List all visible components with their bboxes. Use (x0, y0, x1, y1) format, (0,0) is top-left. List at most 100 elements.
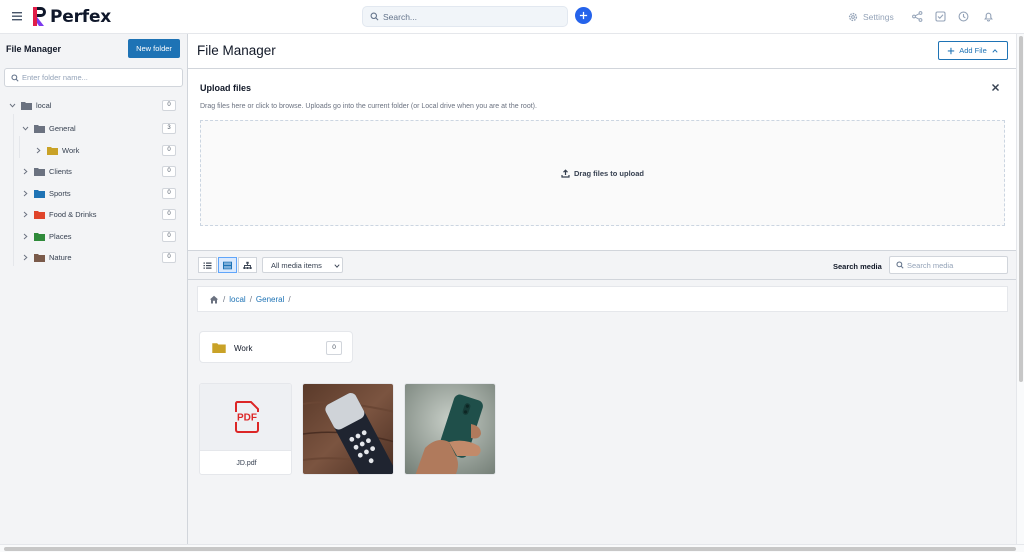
search-icon (896, 261, 904, 269)
chevron-right-icon (36, 147, 41, 153)
tree-item-sports[interactable]: Sports (21, 184, 71, 202)
tree-item-work[interactable]: Work (34, 141, 79, 159)
folder-search[interactable] (4, 68, 183, 87)
folder-count-badge: 0 (162, 188, 176, 199)
upload-icon (561, 168, 570, 178)
new-folder-button[interactable]: New folder (128, 39, 180, 58)
svg-text:PDF: PDF (237, 413, 257, 424)
breadcrumb-local[interactable]: local (229, 295, 245, 304)
breadcrumb-separator: / (249, 294, 252, 304)
list-view-button[interactable] (198, 257, 217, 273)
folder-icon (212, 343, 226, 353)
folder-icon (34, 253, 45, 262)
tree-item-label: Food & Drinks (49, 209, 97, 219)
tree-item-label: Work (62, 145, 80, 155)
tree-view-button[interactable] (238, 257, 257, 273)
folder-search-input[interactable] (22, 69, 180, 86)
top-bar: Perfex Settings (0, 0, 1024, 34)
sitemap-icon (243, 261, 252, 269)
folder-tile-work[interactable]: Work 0 (199, 331, 353, 363)
image-tile-phone[interactable] (404, 383, 496, 475)
tree-item-label: General (49, 123, 76, 133)
scrollbar-thumb[interactable] (1019, 36, 1023, 382)
add-file-button[interactable]: Add File (938, 41, 1008, 60)
upload-dropzone[interactable]: Drag files to upload (200, 120, 1005, 226)
gear-icon (848, 12, 858, 22)
tree-item-label: local (36, 100, 52, 110)
quick-create-button[interactable] (575, 7, 592, 24)
folder-icon (21, 101, 32, 110)
folder-count-badge: 0 (162, 166, 176, 177)
image-remote-control (303, 384, 393, 474)
tree-item-label: Clients (49, 166, 72, 176)
scrollbar-thumb[interactable] (4, 547, 1016, 551)
tree-item-general[interactable]: General (21, 119, 76, 137)
tasks-check-icon[interactable] (935, 11, 946, 22)
tree-item-places[interactable]: Places (21, 227, 72, 245)
tree-guide (13, 114, 14, 266)
media-toolbar: All media items Search media (188, 251, 1016, 280)
folder-count-badge: 0 (162, 100, 176, 111)
media-type-value: All media items (271, 260, 322, 270)
tree-item-nature[interactable]: Nature (21, 248, 72, 266)
chevron-right-icon (23, 211, 28, 217)
folder-icon (34, 124, 45, 133)
folder-icon (47, 146, 58, 155)
chevron-up-icon (992, 48, 998, 53)
vertical-scrollbar[interactable] (1016, 34, 1024, 544)
folder-sidebar: File Manager New folder local 0 General … (0, 34, 188, 544)
chevron-right-icon (23, 233, 28, 239)
media-search-input[interactable] (907, 257, 1005, 273)
image-phone-in-hand (405, 384, 495, 474)
folder-count-badge: 0 (162, 145, 176, 156)
chevron-down-icon (22, 126, 29, 131)
folder-icon (34, 189, 45, 198)
tree-item-local[interactable]: local (8, 96, 51, 114)
table-icon (223, 261, 232, 269)
chevron-right-icon (23, 168, 28, 174)
file-tile-pdf[interactable]: PDF JD.pdf (199, 383, 292, 475)
plus-icon (579, 11, 588, 20)
search-media-label: Search media (833, 262, 882, 271)
folder-icon (34, 167, 45, 176)
media-type-select[interactable]: All media items (262, 257, 343, 273)
tree-item-clients[interactable]: Clients (21, 162, 72, 180)
tree-item-label: Sports (49, 188, 71, 198)
grid-view-button[interactable] (218, 257, 237, 273)
folder-tile-name: Work (234, 344, 253, 353)
app-logo[interactable]: Perfex (32, 6, 111, 27)
tree-item-label: Places (49, 231, 72, 241)
global-search[interactable] (362, 6, 568, 27)
chevron-right-icon (23, 190, 28, 196)
tree-item-food-drinks[interactable]: Food & Drinks (21, 205, 97, 223)
bell-icon[interactable] (983, 11, 994, 22)
settings-link[interactable]: Settings (848, 12, 894, 22)
clock-icon[interactable] (958, 11, 969, 22)
global-search-input[interactable] (383, 7, 563, 26)
upload-hint: Drag files here or click to browse. Uplo… (200, 103, 537, 110)
tree-item-label: Nature (49, 252, 72, 262)
media-search[interactable] (889, 256, 1008, 274)
folder-icon (34, 210, 45, 219)
file-thumbnail: PDF (200, 384, 291, 450)
folder-count-badge: 0 (162, 231, 176, 242)
perfex-logo-icon (33, 7, 46, 26)
search-icon (11, 74, 19, 82)
chevron-down-icon (334, 264, 340, 268)
home-icon[interactable] (209, 295, 219, 304)
plus-icon (948, 47, 955, 54)
folder-count-badge: 3 (162, 123, 176, 134)
menu-icon[interactable] (11, 10, 23, 22)
upload-panel: Upload files Drag files here or click to… (188, 69, 1016, 251)
pdf-icon: PDF (233, 401, 260, 433)
close-icon[interactable] (991, 83, 1000, 92)
settings-label: Settings (863, 12, 894, 22)
breadcrumb: / local / General / (197, 286, 1008, 312)
horizontal-scrollbar[interactable] (0, 544, 1024, 552)
share-icon[interactable] (912, 11, 923, 22)
file-name: JD.pdf (200, 450, 291, 474)
add-file-label: Add File (959, 46, 987, 55)
folder-count-badge: 0 (162, 209, 176, 220)
breadcrumb-general[interactable]: General (256, 295, 284, 304)
image-tile-remote[interactable] (302, 383, 394, 475)
